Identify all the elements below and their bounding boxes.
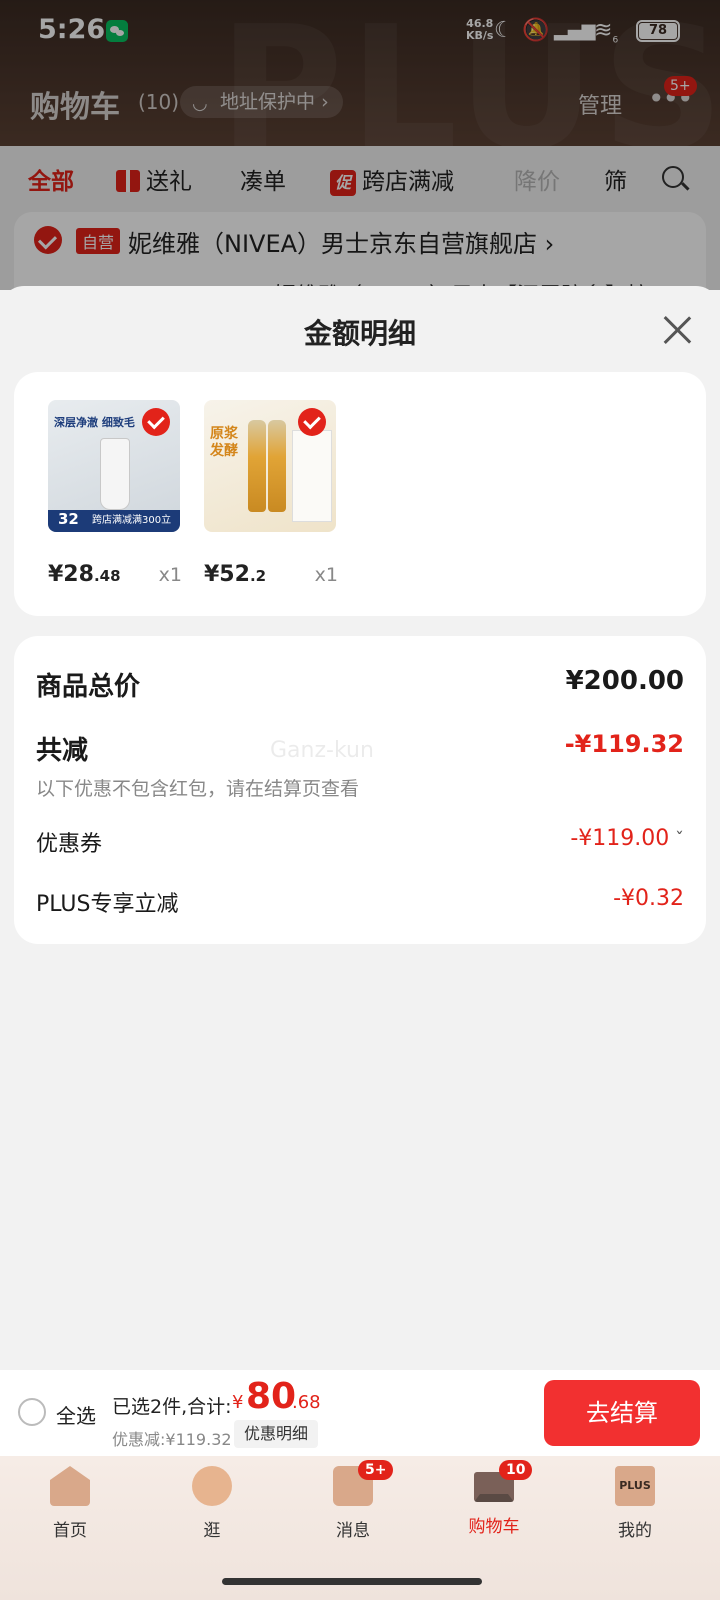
- product-item[interactable]: 深层净澈 细致毛 32跨店满减满300立减40元 ¥28.48 x1: [48, 400, 182, 587]
- selected-check-icon: [298, 408, 326, 436]
- sheet-title: 金额明细: [303, 317, 416, 350]
- discount-summary: 优惠减:¥119.32: [112, 1430, 232, 1449]
- product-price: ¥52.2: [204, 562, 267, 587]
- home-icon: [50, 1466, 90, 1506]
- product-quantity: x1: [314, 564, 338, 586]
- checkout-button[interactable]: 去结算: [544, 1380, 700, 1446]
- product-quantity: x1: [158, 564, 182, 586]
- product-image-caption: 原浆 发酵: [210, 426, 238, 459]
- bottle-graphic: [268, 420, 286, 512]
- discount-detail-button[interactable]: 优惠明细: [234, 1420, 319, 1448]
- plus-discount-value: -¥0.32: [613, 886, 684, 911]
- currency-symbol: ¥: [232, 1392, 244, 1413]
- total-amount-integer: 80: [246, 1376, 297, 1417]
- total-value: ¥200.00: [565, 666, 684, 696]
- gift-box-graphic: [292, 430, 332, 522]
- cart-badge: 10: [499, 1460, 533, 1480]
- selected-check-icon: [142, 408, 170, 436]
- checkout-bar: 全选 已选2件,合计: ¥ 80 .68 优惠减:¥119.32 优惠明细 去结…: [0, 1370, 720, 1456]
- bottle-graphic: [248, 420, 266, 512]
- tab-profile[interactable]: PLUS 我的: [590, 1466, 680, 1541]
- plus-profile-icon: PLUS: [615, 1466, 655, 1506]
- select-all-label[interactable]: 全选: [56, 1400, 96, 1429]
- plus-discount-label: PLUS专享立减: [36, 892, 179, 917]
- tab-cart[interactable]: 10 购物车: [449, 1460, 539, 1537]
- message-badge: 5+: [358, 1460, 394, 1480]
- amount-detail-sheet: 金额明细 深层净澈 细致毛 32跨店满减满300立减40元 ¥28.48 x1 …: [0, 286, 720, 1370]
- coupon-value: -¥119.00 ˇ: [570, 826, 684, 851]
- product-image: 深层净澈 细致毛 32跨店满减满300立减40元: [48, 400, 180, 532]
- close-icon[interactable]: [660, 312, 694, 346]
- browse-icon: [192, 1466, 232, 1506]
- promo-band: 32跨店满减满300立减40元: [48, 510, 180, 532]
- tab-messages[interactable]: 5+ 消息: [308, 1460, 398, 1541]
- tab-home[interactable]: 首页: [25, 1466, 115, 1541]
- home-indicator[interactable]: [222, 1578, 482, 1585]
- product-price: ¥28.48: [48, 562, 121, 587]
- select-all-checkbox[interactable]: [18, 1398, 46, 1426]
- price-breakdown-card: Ganz-kun 商品总价 ¥200.00 共减 -¥119.32 以下优惠不包…: [14, 636, 706, 944]
- tab-browse[interactable]: 逛: [167, 1466, 257, 1541]
- modal-backdrop[interactable]: [0, 0, 720, 290]
- product-tube-graphic: [100, 438, 130, 510]
- chevron-down-icon: ˇ: [669, 829, 684, 850]
- product-item[interactable]: 原浆 发酵 ¥52.2 x1: [204, 400, 338, 587]
- product-image-caption: 深层净澈 细致毛: [54, 416, 135, 429]
- reduce-note: 以下优惠不包含红包，请在结算页查看: [36, 778, 360, 800]
- watermark: Ganz-kun: [270, 738, 374, 763]
- selected-summary: 已选2件,合计:: [112, 1396, 232, 1418]
- reduce-value: -¥119.32: [564, 730, 684, 758]
- coupon-label: 优惠券: [36, 832, 103, 857]
- selected-products-card: 深层净澈 细致毛 32跨店满减满300立减40元 ¥28.48 x1 原浆 发酵…: [14, 372, 706, 616]
- total-label: 商品总价: [36, 672, 141, 702]
- product-image: 原浆 发酵: [204, 400, 336, 532]
- total-amount-decimal: .68: [292, 1392, 321, 1413]
- reduce-label: 共减: [36, 736, 89, 766]
